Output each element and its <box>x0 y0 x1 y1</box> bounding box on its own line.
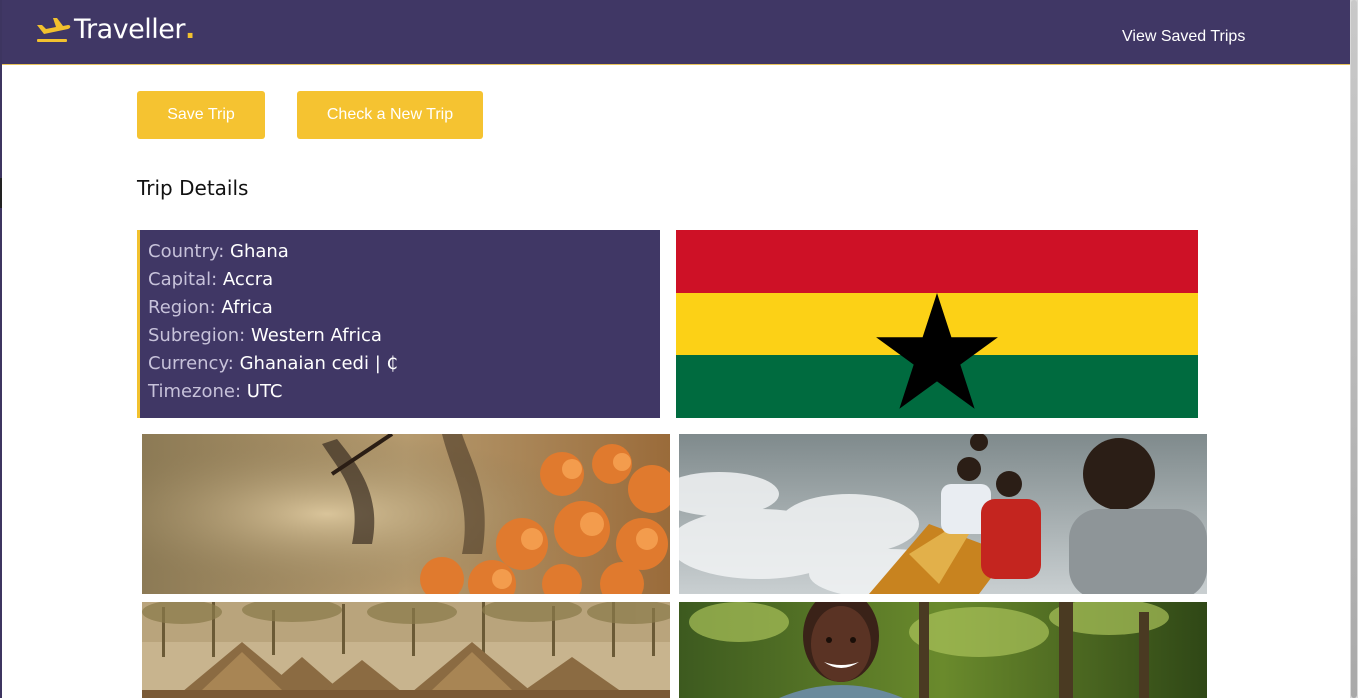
detail-capital: Capital: Accra <box>148 266 660 294</box>
brand-logo[interactable]: Traveller. <box>34 14 195 45</box>
detail-label: Country: <box>148 241 225 262</box>
canoe-photo <box>679 434 1207 594</box>
detail-value: UTC <box>246 381 283 402</box>
detail-value: Africa <box>221 297 273 318</box>
detail-value: Ghanaian cedi | ₵ <box>239 353 398 374</box>
view-saved-trips-link[interactable]: View Saved Trips <box>1122 28 1245 46</box>
save-trip-button[interactable]: Save Trip <box>137 91 265 139</box>
window-edge-marker <box>0 178 2 208</box>
detail-value: Ghana <box>230 241 289 262</box>
detail-label: Subregion: <box>148 325 246 346</box>
detail-value: Accra <box>222 269 274 290</box>
check-new-trip-button[interactable]: Check a New Trip <box>297 91 483 139</box>
detail-label: Timezone: <box>148 381 242 402</box>
ghana-flag-image <box>676 230 1198 418</box>
flag-stripe-red <box>676 230 1198 293</box>
detail-value: Western Africa <box>251 325 382 346</box>
airplane-icon <box>37 17 71 42</box>
village-photo <box>142 602 670 698</box>
detail-region: Region: Africa <box>148 294 660 322</box>
detail-country: Country: Ghana <box>148 238 660 266</box>
scrollbar-thumb[interactable] <box>1351 0 1357 698</box>
detail-label: Capital: <box>148 269 218 290</box>
top-navbar: Traveller. View Saved Trips <box>2 0 1350 65</box>
detail-currency: Currency: Ghanaian cedi | ₵ <box>148 350 660 378</box>
detail-subregion: Subregion: Western Africa <box>148 322 660 350</box>
trip-details-card: Country: Ghana Capital: Accra Region: Af… <box>137 230 660 418</box>
trip-details-title: Trip Details <box>137 176 249 200</box>
window-edge <box>0 0 2 698</box>
detail-timezone: Timezone: UTC <box>148 378 660 406</box>
detail-label: Region: <box>148 297 216 318</box>
flowers-photo <box>142 434 670 594</box>
smiling-woman-photo <box>679 602 1207 698</box>
detail-label: Currency: <box>148 353 234 374</box>
brand-dot: . <box>184 14 196 45</box>
brand-name: Traveller <box>74 14 185 45</box>
